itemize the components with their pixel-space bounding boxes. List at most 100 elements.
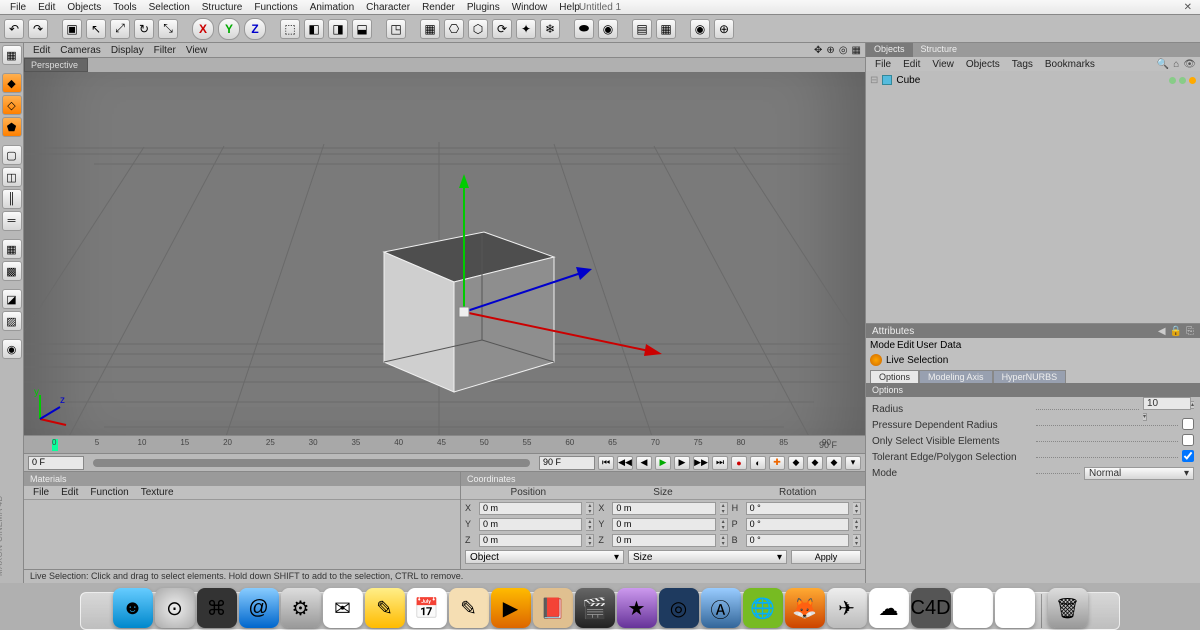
left-tool-4[interactable]: ⬟: [2, 117, 22, 137]
key-s-button[interactable]: ◆: [807, 456, 823, 470]
toolbar-btn-1[interactable]: ↷: [28, 19, 48, 39]
eye-icon[interactable]: 👁: [1183, 59, 1196, 70]
toolbar-btn-31[interactable]: ▦: [656, 19, 676, 39]
materials-area[interactable]: [24, 500, 460, 569]
dock-app-3[interactable]: @: [239, 588, 279, 628]
toolbar-btn-6[interactable]: ↻: [134, 19, 154, 39]
toolbar-btn-7[interactable]: ⤡: [158, 19, 178, 39]
mat-menu-function[interactable]: Function: [85, 486, 133, 499]
toolbar-btn-23[interactable]: ⟳: [492, 19, 512, 39]
radius-field[interactable]: 10: [1143, 397, 1191, 410]
left-tool-11[interactable]: ▦: [2, 239, 22, 259]
dock-app-11[interactable]: 🎬: [575, 588, 615, 628]
toolbar-btn-4[interactable]: ↖: [86, 19, 106, 39]
rot-b-field[interactable]: 0 °: [746, 534, 849, 547]
mode-select[interactable]: Normal▾: [1084, 467, 1194, 480]
vp-menu-cameras[interactable]: Cameras: [55, 44, 106, 57]
toolbar-btn-11[interactable]: Z: [244, 18, 266, 40]
checkbox[interactable]: [1182, 450, 1194, 462]
coords-space-select[interactable]: Object▾: [465, 550, 624, 564]
back-icon[interactable]: ◀: [1158, 326, 1166, 337]
mat-menu-edit[interactable]: Edit: [56, 486, 83, 499]
search-icon[interactable]: 🔍: [1157, 59, 1169, 70]
key-p-button[interactable]: ◆: [788, 456, 804, 470]
left-tool-15[interactable]: ▨: [2, 311, 22, 331]
toolbar-btn-34[interactable]: ⊕: [714, 19, 734, 39]
menu-render[interactable]: Render: [416, 1, 461, 14]
autokey-button[interactable]: ◐: [750, 456, 766, 470]
toolbar-btn-22[interactable]: ⬡: [468, 19, 488, 39]
dock-app-10[interactable]: 📕: [533, 588, 573, 628]
attr-menu-edit[interactable]: Edit: [897, 340, 914, 351]
visibility-tag-icon[interactable]: [1169, 77, 1176, 84]
left-tool-14[interactable]: ◪: [2, 289, 22, 309]
prev-key-button[interactable]: ◀◀: [617, 456, 633, 470]
vp-menu-filter[interactable]: Filter: [149, 44, 181, 57]
apply-button[interactable]: Apply: [791, 550, 861, 564]
left-tool-9[interactable]: ═: [2, 211, 22, 231]
menu-character[interactable]: Character: [360, 1, 416, 14]
left-tool-6[interactable]: ▢: [2, 145, 22, 165]
toolbar-btn-27[interactable]: ⬬: [574, 19, 594, 39]
frame-start-field[interactable]: 0 F: [28, 456, 84, 470]
add-key-button[interactable]: ✚: [769, 456, 785, 470]
dock-app-4[interactable]: ⚙: [281, 588, 321, 628]
toolbar-btn-30[interactable]: ▤: [632, 19, 652, 39]
checkbox[interactable]: [1182, 418, 1194, 430]
goto-start-button[interactable]: ⏮: [598, 456, 614, 470]
goto-end-button[interactable]: ⏭: [712, 456, 728, 470]
obj-menu-file[interactable]: File: [870, 58, 896, 71]
dock-app-8[interactable]: ✎: [449, 588, 489, 628]
dock-app-17[interactable]: ✈: [827, 588, 867, 628]
toolbar-btn-18[interactable]: ◳: [386, 19, 406, 39]
dock-app-13[interactable]: ◎: [659, 588, 699, 628]
dock-app-19[interactable]: C4D: [911, 588, 951, 628]
mat-menu-texture[interactable]: Texture: [136, 486, 179, 499]
step-fwd-button[interactable]: ▶: [674, 456, 690, 470]
toolbar-btn-5[interactable]: ⤢: [110, 19, 130, 39]
dock-app-12[interactable]: ★: [617, 588, 657, 628]
menu-animation[interactable]: Animation: [304, 1, 360, 14]
frame-end-field[interactable]: 90 F: [539, 456, 595, 470]
toolbar-btn-28[interactable]: ◉: [598, 19, 618, 39]
menu-plugins[interactable]: Plugins: [461, 1, 506, 14]
tab-structure[interactable]: Structure: [913, 43, 966, 57]
obj-menu-edit[interactable]: Edit: [898, 58, 925, 71]
dock-app-1[interactable]: ⊙: [155, 588, 195, 628]
checkbox[interactable]: [1182, 434, 1194, 446]
dock-app-23[interactable]: 🗑: [1048, 588, 1088, 628]
viewport-3d[interactable]: y z: [24, 72, 865, 435]
menu-file[interactable]: File: [4, 1, 32, 14]
attr-tab-hypernurbs[interactable]: HyperNURBS: [993, 370, 1067, 383]
menu-selection[interactable]: Selection: [143, 1, 196, 14]
toolbar-btn-9[interactable]: X: [192, 18, 214, 40]
rot-p-field[interactable]: 0 °: [746, 518, 849, 531]
vp-nav-icon[interactable]: ⊕: [826, 45, 834, 56]
left-tool-2[interactable]: ◆: [2, 73, 22, 93]
menu-objects[interactable]: Objects: [61, 1, 107, 14]
left-tool-7[interactable]: ◫: [2, 167, 22, 187]
dock-app-9[interactable]: ▶: [491, 588, 531, 628]
obj-menu-objects[interactable]: Objects: [961, 58, 1005, 71]
dock-app-0[interactable]: ☻: [113, 588, 153, 628]
dock-app-20[interactable]: [953, 588, 993, 628]
dock-app-16[interactable]: 🦊: [785, 588, 825, 628]
vp-nav-icon[interactable]: ✥: [814, 45, 822, 56]
obj-menu-tags[interactable]: Tags: [1007, 58, 1038, 71]
menu-window[interactable]: Window: [506, 1, 554, 14]
pos-x-field[interactable]: 0 m: [479, 502, 582, 515]
menu-structure[interactable]: Structure: [196, 1, 249, 14]
vp-nav-icon[interactable]: ◎: [839, 45, 848, 56]
dock-app-18[interactable]: ☁: [869, 588, 909, 628]
dock-app-15[interactable]: 🌐: [743, 588, 783, 628]
toolbar-btn-33[interactable]: ◉: [690, 19, 710, 39]
size-z-field[interactable]: 0 m: [612, 534, 715, 547]
dock-app-7[interactable]: 📅: [407, 588, 447, 628]
rot-h-field[interactable]: 0 °: [746, 502, 849, 515]
home-icon[interactable]: ⌂: [1173, 59, 1179, 70]
attr-tab-modeling-axis[interactable]: Modeling Axis: [919, 370, 993, 383]
menu-tools[interactable]: Tools: [107, 1, 142, 14]
tree-item-cube[interactable]: ⊟ Cube: [870, 73, 1196, 87]
left-tool-12[interactable]: ▩: [2, 261, 22, 281]
close-icon[interactable]: ✕: [1180, 2, 1196, 13]
